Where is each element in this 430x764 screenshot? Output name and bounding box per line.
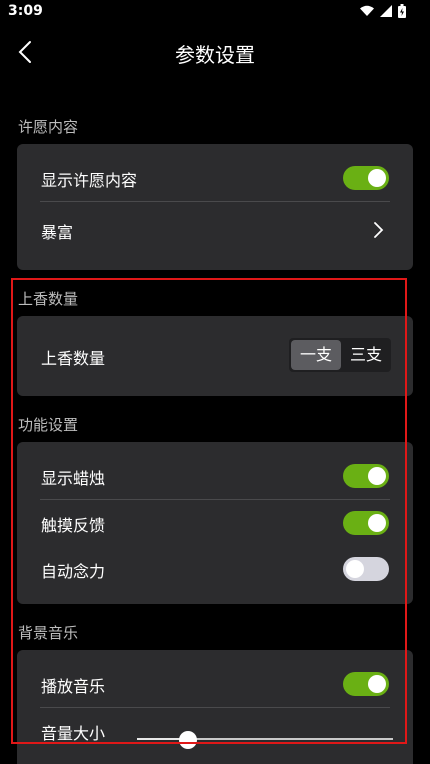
- segment-three-sticks[interactable]: 三支: [341, 340, 391, 370]
- section-label-wish: 许愿内容: [18, 118, 79, 136]
- incense-count-segmented: 一支 三支: [289, 338, 391, 372]
- status-time: 3:09: [8, 3, 43, 19]
- chevron-right-icon: [374, 222, 384, 238]
- volume-slider[interactable]: [137, 731, 393, 749]
- divider: [40, 201, 390, 202]
- play-music-label: 播放音乐: [41, 677, 106, 696]
- wish-item-label: 暴富: [41, 223, 74, 242]
- section-label-incense: 上香数量: [18, 290, 79, 308]
- signal-icon: [380, 5, 392, 17]
- play-music-toggle[interactable]: [343, 672, 389, 696]
- incense-card: 上香数量 一支 三支: [17, 316, 413, 396]
- features-card: 显示蜡烛 触摸反馈 自动念力: [17, 442, 413, 604]
- auto-chant-label: 自动念力: [41, 562, 106, 581]
- wish-card: 显示许愿内容 暴富: [17, 144, 413, 270]
- row-haptic: 触摸反馈: [17, 500, 413, 546]
- music-card: 播放音乐 音量大小: [17, 650, 413, 764]
- app-bar: 参数设置: [0, 26, 430, 82]
- section-label-music: 背景音乐: [18, 624, 79, 642]
- show-candle-toggle[interactable]: [343, 464, 389, 488]
- row-volume: 音量大小: [17, 708, 413, 754]
- row-wish-item[interactable]: 暴富: [17, 207, 413, 253]
- volume-label: 音量大小: [41, 724, 106, 743]
- toggle-knob: [368, 467, 386, 485]
- page-title: 参数设置: [175, 43, 255, 67]
- row-auto-chant: 自动念力: [17, 546, 413, 592]
- haptic-toggle[interactable]: [343, 511, 389, 535]
- toggle-knob: [368, 169, 386, 187]
- haptic-label: 触摸反馈: [41, 516, 106, 535]
- toggle-knob: [368, 675, 386, 693]
- status-icons: [360, 4, 406, 18]
- show-wish-label: 显示许愿内容: [41, 171, 138, 190]
- incense-row-label: 上香数量: [41, 349, 106, 368]
- row-show-candle: 显示蜡烛: [17, 453, 413, 499]
- battery-icon: [398, 4, 406, 18]
- row-play-music: 播放音乐: [17, 661, 413, 707]
- show-wish-toggle[interactable]: [343, 166, 389, 190]
- show-candle-label: 显示蜡烛: [41, 469, 106, 488]
- segment-one-stick[interactable]: 一支: [291, 340, 341, 370]
- status-bar: 3:09: [0, 0, 430, 26]
- wifi-icon: [360, 5, 374, 16]
- slider-thumb[interactable]: [179, 731, 198, 749]
- section-label-features: 功能设置: [18, 416, 79, 434]
- auto-chant-toggle[interactable]: [343, 557, 389, 581]
- row-show-wish: 显示许愿内容: [17, 155, 413, 201]
- toggle-knob: [368, 514, 386, 532]
- toggle-knob: [346, 560, 364, 578]
